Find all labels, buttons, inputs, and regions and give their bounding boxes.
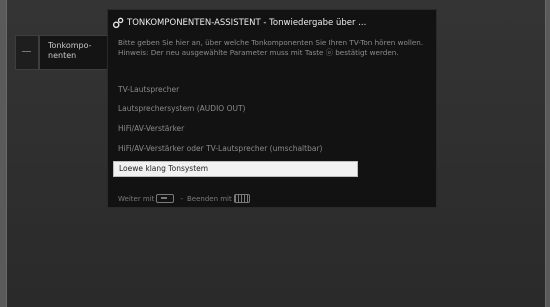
exit-hint-label: Beenden mit bbox=[186, 194, 232, 203]
option-loewe-klang-tonsystem[interactable]: Loewe klang Tonsystem bbox=[113, 161, 358, 177]
dialog-description: Bitte geben Sie hier an, über welche Ton… bbox=[118, 38, 433, 57]
sidebar-item-tonkomponenten[interactable]: Tonkompo- nenten bbox=[39, 35, 109, 70]
option-hifi-or-tv-switchable[interactable]: HiFi/AV-Verstärker oder TV-Lautsprecher … bbox=[118, 142, 322, 156]
end-key-icon bbox=[233, 194, 250, 203]
dialog-title: TONKOMPONENTEN-ASSISTENT - Tonwiedergabe… bbox=[127, 18, 367, 28]
collapse-mark-icon bbox=[22, 51, 31, 52]
ok-key-icon bbox=[156, 194, 175, 203]
dialog-footer: Weiter mit - Beenden mit bbox=[118, 194, 252, 203]
option-hifi-av-verstaerker[interactable]: HiFi/AV-Verstärker bbox=[118, 122, 184, 136]
dialog-title-row: TONKOMPONENTEN-ASSISTENT - Tonwiedergabe… bbox=[112, 16, 432, 30]
next-hint-label: Weiter mit bbox=[118, 194, 155, 203]
hint-text: Hinweis: Der neu ausgewählte Parameter m… bbox=[118, 47, 399, 57]
option-lautsprechersystem[interactable]: Lautsprechersystem (AUDIO OUT) bbox=[118, 102, 245, 116]
sidebar-collapsed-strip[interactable] bbox=[15, 35, 39, 70]
option-tv-lautsprecher[interactable]: TV-Lautsprecher bbox=[118, 83, 179, 97]
gear-icon bbox=[112, 17, 124, 29]
sidebar-item-label: Tonkompo- nenten bbox=[48, 41, 92, 60]
instruction-text: Bitte geben Sie hier an, über welche Ton… bbox=[118, 38, 424, 47]
footer-separator: - bbox=[180, 194, 183, 203]
assistant-dialog: TONKOMPONENTEN-ASSISTENT - Tonwiedergabe… bbox=[107, 9, 437, 208]
